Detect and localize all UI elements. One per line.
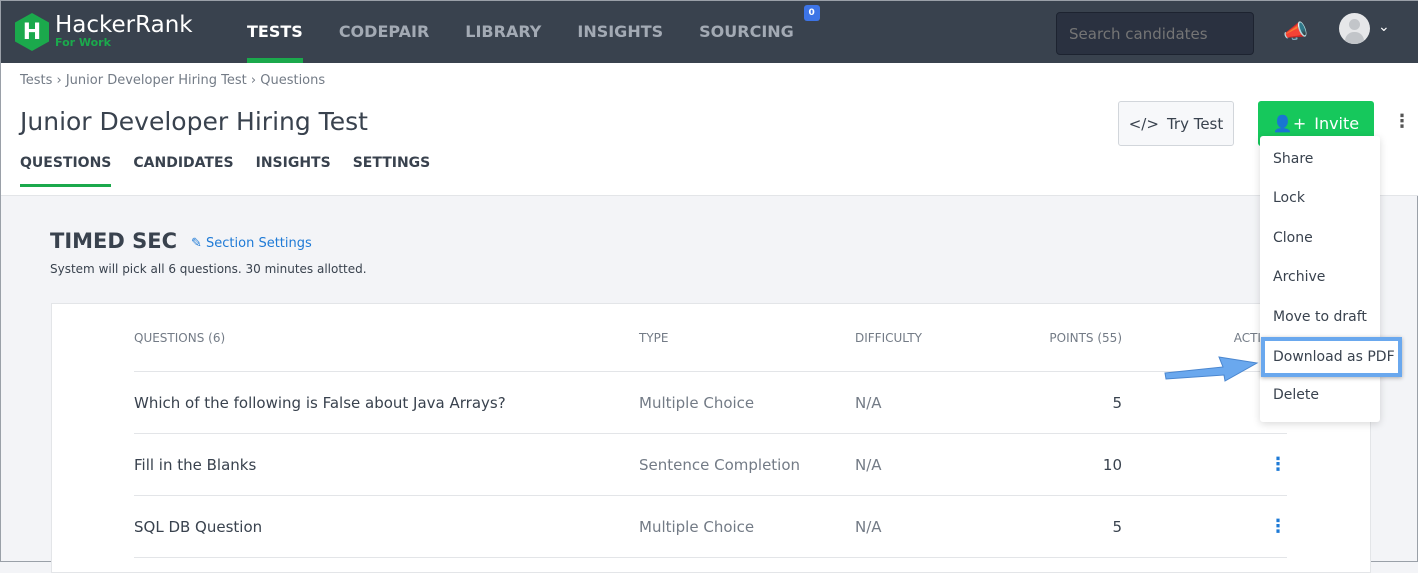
col-difficulty: DIFFICULTY: [855, 330, 922, 345]
sourcing-badge: 0: [803, 5, 820, 21]
question-type: Multiple Choice: [639, 393, 755, 412]
question-difficulty: N/A: [855, 517, 882, 536]
tab-candidates[interactable]: CANDIDATES: [133, 155, 233, 187]
menu-item-move-to-draft[interactable]: Move to draft: [1273, 309, 1367, 325]
col-questions: QUESTIONS (6): [134, 330, 226, 345]
table-header: QUESTIONS (6) TYPE DIFFICULTY POINTS (55…: [134, 304, 1287, 372]
page-header: Tests › Junior Developer Hiring Test › Q…: [1, 63, 1418, 196]
breadcrumb: Tests › Junior Developer Hiring Test › Q…: [20, 73, 326, 88]
menu-item-archive[interactable]: Archive: [1273, 269, 1325, 285]
col-points: POINTS (55): [1049, 330, 1122, 345]
question-type: Sentence Completion: [639, 455, 801, 474]
table-row[interactable]: Fill in the Blanks Sentence Completion N…: [134, 434, 1287, 496]
avatar[interactable]: [1339, 13, 1370, 44]
question-name[interactable]: Fill in the Blanks: [134, 456, 639, 474]
row-actions-icon[interactable]: ⋮: [1122, 516, 1287, 537]
table-row[interactable]: SQL DB Question Multiple Choice N/A 5 ⋮: [134, 496, 1287, 558]
megaphone-icon[interactable]: 📣: [1283, 19, 1308, 43]
breadcrumb-test[interactable]: Junior Developer Hiring Test: [66, 73, 247, 88]
nav-sourcing-label: SOURCING: [699, 22, 794, 41]
breadcrumb-questions: Questions: [260, 73, 326, 88]
table-row[interactable]: Which of the following is False about Ja…: [134, 372, 1287, 434]
menu-item-clone[interactable]: Clone: [1273, 230, 1313, 246]
tab-insights[interactable]: INSIGHTS: [256, 155, 331, 187]
tab-questions[interactable]: QUESTIONS: [20, 155, 112, 187]
nav-tests[interactable]: TESTS: [229, 1, 321, 63]
breadcrumb-tests[interactable]: Tests: [20, 73, 52, 88]
nav-codepair[interactable]: CODEPAIR: [321, 1, 447, 63]
question-name[interactable]: SQL DB Question: [134, 518, 639, 536]
question-points: 10: [1102, 455, 1122, 474]
questions-table: QUESTIONS (6) TYPE DIFFICULTY POINTS (55…: [51, 303, 1371, 573]
col-type: TYPE: [639, 330, 669, 345]
nav-insights[interactable]: INSIGHTS: [559, 1, 681, 63]
menu-item-download-pdf[interactable]: Download as PDF: [1261, 337, 1402, 377]
brand-name: HackerRank: [55, 12, 193, 38]
question-type: Multiple Choice: [639, 517, 755, 536]
section-settings-label: Section Settings: [206, 236, 312, 251]
code-icon: </>: [1128, 114, 1159, 133]
question-name[interactable]: Which of the following is False about Ja…: [134, 394, 639, 412]
invite-label: Invite: [1314, 114, 1360, 133]
more-options-menu: Share Lock Clone Archive Move to draft D…: [1260, 136, 1380, 422]
add-user-icon: 👤+: [1272, 114, 1307, 133]
arrow-annotation-icon: [1164, 356, 1259, 382]
logo[interactable]: H HackerRank For Work: [15, 13, 193, 51]
top-nav: H HackerRank For Work TESTS CODEPAIR LIBR…: [1, 1, 1418, 63]
nav-sourcing[interactable]: SOURCING 0: [681, 1, 820, 63]
question-points: 5: [1112, 517, 1122, 536]
section-title: TIMED SEC: [50, 229, 178, 253]
try-test-label: Try Test: [1166, 114, 1224, 133]
chevron-down-icon[interactable]: ⌄: [1378, 19, 1390, 35]
row-actions-icon[interactable]: ⋮: [1122, 454, 1287, 475]
page-title: Junior Developer Hiring Test: [20, 107, 368, 136]
question-difficulty: N/A: [855, 455, 882, 474]
search-input[interactable]: [1056, 12, 1254, 55]
download-pdf-label: Download as PDF: [1273, 349, 1395, 365]
menu-item-delete[interactable]: Delete: [1273, 387, 1319, 403]
section-settings-link[interactable]: ✎ Section Settings: [191, 236, 312, 251]
nav-library[interactable]: LIBRARY: [447, 1, 559, 63]
section-description: System will pick all 6 questions. 30 min…: [50, 262, 367, 276]
more-options-icon[interactable]: ⋮: [1393, 111, 1411, 132]
hackerrank-logo-icon: H: [15, 13, 49, 51]
try-test-button[interactable]: </> Try Test: [1118, 101, 1234, 146]
question-difficulty: N/A: [855, 393, 882, 412]
tab-settings[interactable]: SETTINGS: [353, 155, 431, 187]
brand-sub: For Work: [55, 36, 111, 49]
question-points: 5: [1112, 393, 1122, 412]
menu-item-lock[interactable]: Lock: [1273, 190, 1305, 206]
menu-item-share[interactable]: Share: [1273, 151, 1313, 167]
